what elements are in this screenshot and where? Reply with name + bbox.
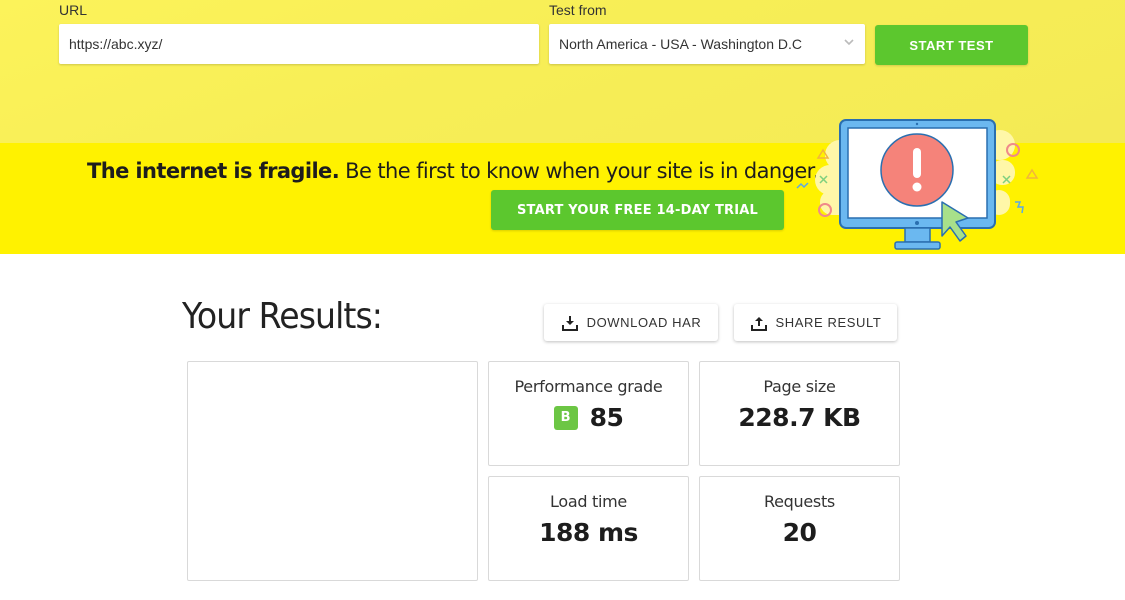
triangle-icon [1025, 168, 1039, 179]
zigzag-icon [1015, 201, 1024, 214]
alert-icon [880, 133, 954, 207]
metric-value: 20 [782, 518, 817, 547]
location-value: North America - USA - Washington D.C [559, 36, 803, 52]
test-from-label: Test from [549, 2, 607, 18]
chevron-down-icon [844, 39, 854, 46]
grade-score: 85 [589, 403, 624, 432]
url-input[interactable] [59, 24, 539, 64]
metric-load-time: Load time 188 ms [488, 476, 689, 581]
metric-requests: Requests 20 [699, 476, 900, 581]
banner-headline: The internet is fragile. Be the first to… [87, 159, 819, 183]
metric-label: Requests [764, 492, 835, 511]
download-har-label: DOWNLOAD HAR [586, 315, 702, 330]
grade-badge: B [553, 405, 578, 430]
metric-label: Page size [763, 377, 836, 396]
download-har-button[interactable]: DOWNLOAD HAR [544, 304, 718, 341]
start-test-button[interactable]: START TEST [875, 25, 1028, 65]
metric-label: Load time [550, 492, 627, 511]
metric-value: 188 ms [539, 518, 638, 547]
banner-headline-rest: Be the first to know when your site is i… [339, 159, 819, 183]
screenshot-preview [187, 361, 478, 581]
monitor-alert-illustration [796, 119, 1039, 250]
start-trial-button[interactable]: START YOUR FREE 14-DAY TRIAL [491, 190, 784, 230]
metric-label: Performance grade [514, 377, 663, 396]
metric-page-size: Page size 228.7 KB [699, 361, 900, 466]
url-label: URL [59, 2, 88, 18]
results-title: Your Results: [182, 296, 383, 337]
banner-headline-bold: The internet is fragile. [87, 159, 340, 183]
location-select[interactable]: North America - USA - Washington D.C [549, 24, 865, 64]
share-result-label: SHARE RESULT [775, 315, 882, 330]
metric-value: 228.7 KB [738, 403, 861, 432]
zigzag-icon [796, 182, 809, 189]
share-icon [750, 316, 767, 331]
metric-performance-grade: Performance grade B 85 [488, 361, 689, 466]
download-icon [561, 315, 578, 331]
share-result-button[interactable]: SHARE RESULT [734, 304, 897, 341]
metric-value: B 85 [489, 403, 688, 432]
